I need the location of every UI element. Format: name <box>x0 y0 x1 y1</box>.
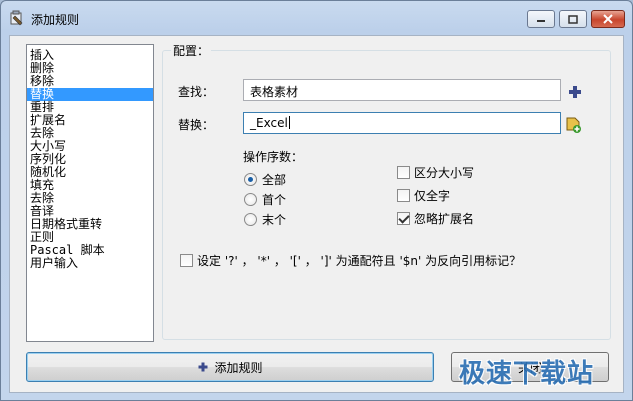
add-icon[interactable] <box>567 84 583 100</box>
dialog-client-area: 插入 删除 移除 替换 重排 扩展名 去除 大小写 序列化 随机化 填充 去除 音译 日期格式重转 正则 Pa… <box>9 35 624 393</box>
add-icon <box>198 362 208 372</box>
replace-input-value: _Excel <box>250 116 288 130</box>
find-input-value: 表格素材 <box>250 85 299 99</box>
title-bar[interactable]: 添加规则 <box>1 1 632 35</box>
dialog-window: 添加规则 插入 删除 移除 替换 重排 扩展名 去除 大小写 序列化 随机化 填充 去除 音译 日期格式重… <box>0 0 633 401</box>
add-rule-button-label: 添加规则 <box>214 360 263 375</box>
wildcards-label: 设定 '?' ， '*' ， '[' ， ']' 为通配符且 '$n' 为反向引… <box>197 254 522 268</box>
window-title: 添加规则 <box>31 13 80 27</box>
whole-words-checkbox[interactable] <box>397 189 410 202</box>
maximize-icon <box>568 14 578 24</box>
find-input[interactable]: 表格素材 <box>243 79 561 101</box>
ignore-extension-label: 忽略扩展名 <box>414 212 475 226</box>
minimize-button[interactable] <box>527 10 555 28</box>
occurrence-label: 操作序数： <box>243 150 304 164</box>
replace-label: 替换： <box>178 118 215 132</box>
whole-words-label: 仅全字 <box>414 189 451 203</box>
add-rule-button[interactable]: 添加规则 <box>26 352 434 382</box>
radio-occurrence-all[interactable] <box>244 173 257 186</box>
watermark-text: 极速下载站 <box>459 359 595 389</box>
occurrence-first-label: 首个 <box>262 193 287 207</box>
rule-type-list[interactable]: 插入 删除 移除 替换 重排 扩展名 去除 大小写 序列化 随机化 填充 去除 音译 日期格式重转 正则 Pa… <box>26 44 154 342</box>
find-label: 查找： <box>178 85 215 99</box>
occurrence-last-label: 末个 <box>262 213 287 227</box>
close-icon <box>603 14 613 24</box>
occurrence-all-label: 全部 <box>262 173 287 187</box>
minimize-icon <box>537 20 545 22</box>
case-sensitive-checkbox[interactable] <box>397 166 410 179</box>
close-window-button[interactable] <box>591 10 625 28</box>
replace-input[interactable]: _Excel <box>243 112 561 134</box>
insert-metatag-icon[interactable] <box>565 116 583 134</box>
radio-occurrence-first[interactable] <box>244 193 257 206</box>
rule-list-item[interactable]: 用户输入 <box>27 257 153 270</box>
maximize-button[interactable] <box>559 10 587 28</box>
case-sensitive-label: 区分大小写 <box>414 166 475 180</box>
config-group-label: 配置： <box>171 42 212 59</box>
wildcards-checkbox[interactable] <box>180 254 193 267</box>
radio-occurrence-last[interactable] <box>244 213 257 226</box>
rename-app-icon <box>10 10 23 26</box>
ignore-extension-checkbox[interactable] <box>397 212 410 225</box>
text-caret <box>288 116 290 129</box>
